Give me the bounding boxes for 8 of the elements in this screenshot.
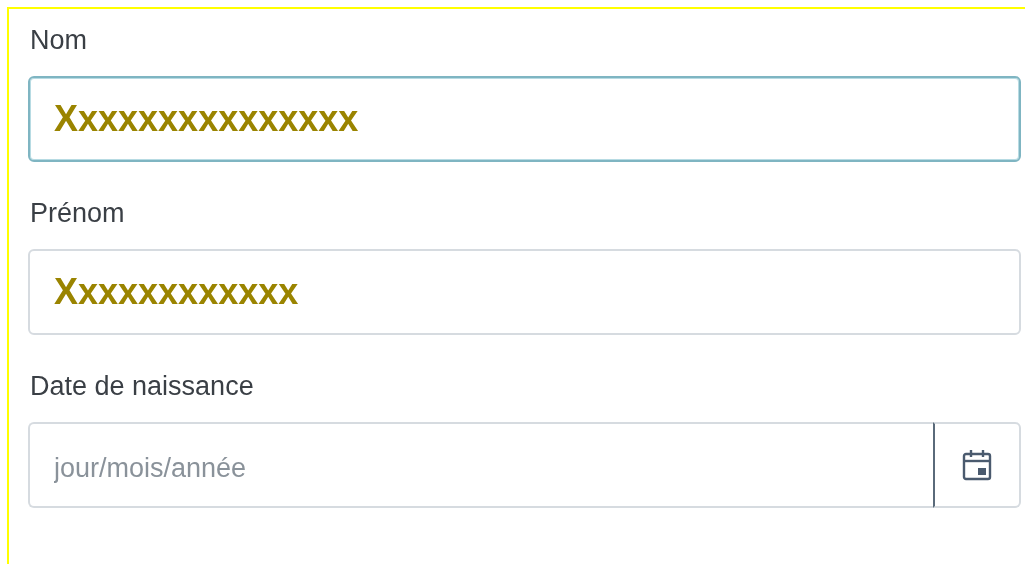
field-label: Nom <box>29 24 88 57</box>
calendar-icon <box>962 449 992 481</box>
field-label: Prénom <box>29 197 126 230</box>
date-field[interactable]: jour/mois/année <box>28 422 933 508</box>
field-label: Date de naissance <box>29 370 255 403</box>
text-field[interactable]: Xxxxxxxxxxxxxxx <box>28 76 1021 162</box>
text-field[interactable]: Xxxxxxxxxxxx <box>28 249 1021 335</box>
calendar-button[interactable] <box>933 422 1021 508</box>
